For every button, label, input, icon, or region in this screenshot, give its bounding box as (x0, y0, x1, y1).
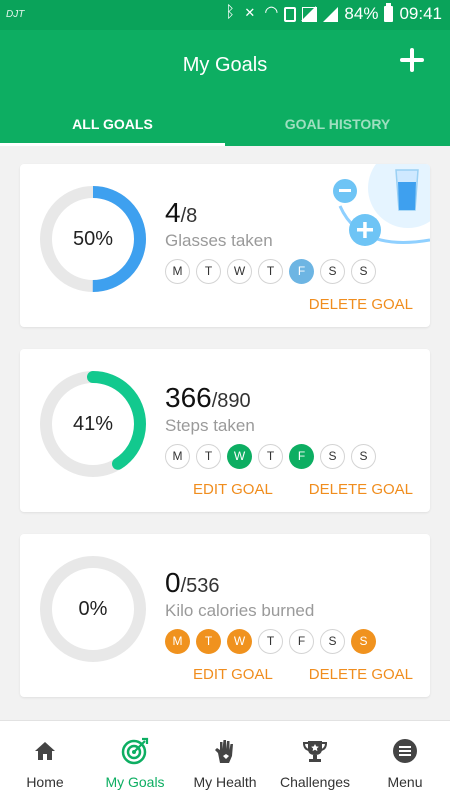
weekday-5: S (320, 259, 345, 284)
weekday-6: S (351, 444, 376, 469)
progress-percent: 0% (78, 598, 108, 620)
status-icons: 84% 09:41 (224, 2, 442, 24)
increase-icon (349, 214, 381, 246)
weekday-2: W (227, 259, 252, 284)
home-icon (35, 742, 55, 760)
goal-actions: EDIT GOAL DELETE GOAL (193, 481, 413, 498)
target-icon (121, 737, 149, 765)
weekday-6: S (351, 629, 376, 654)
goal-amount: 0/536 (165, 567, 220, 599)
sim-icon (284, 6, 297, 22)
tab-all-goals[interactable]: ALL GOALS (0, 106, 225, 146)
hand-icon (215, 740, 233, 763)
signal-icon (301, 5, 318, 22)
bluetooth-icon (224, 4, 238, 22)
weekday-tracker: MTWTFSS (165, 259, 376, 284)
mute-icon (244, 5, 258, 21)
decrease-icon (333, 179, 357, 203)
progress-percent: 41% (72, 413, 114, 435)
status-bar: DJT 84% 09:41 (0, 0, 450, 30)
menu-icon (393, 739, 417, 763)
nav-my-health[interactable]: My Health (180, 721, 270, 800)
goal-amount: 4/8 (165, 197, 197, 229)
nav-label: Home (26, 774, 64, 790)
goal-label: Kilo calories burned (165, 601, 315, 620)
nav-label: Menu (387, 774, 423, 790)
goal-tabs: ALL GOALS GOAL HISTORY (0, 106, 450, 146)
goal-actions: DELETE GOAL (309, 296, 413, 313)
goal-target: /536 (180, 575, 220, 597)
goal-card-steps[interactable]: 41% 366/890 Steps taken MTWTFSS EDIT GOA… (20, 349, 430, 512)
weekday-5: S (320, 629, 345, 654)
goal-label: Glasses taken (165, 231, 273, 250)
battery-percent: 84% (344, 4, 379, 23)
weekday-4: F (289, 629, 314, 654)
weekday-3: T (258, 629, 283, 654)
water-glass-icon (395, 169, 419, 211)
app-bar: My Goals ALL GOALS GOAL HISTORY (0, 30, 450, 146)
tab-goal-history[interactable]: GOAL HISTORY (225, 106, 450, 146)
trophy-icon (302, 741, 328, 762)
weekday-1: T (196, 444, 221, 469)
battery-icon (384, 3, 394, 22)
bottom-navigation: Home My Goals My Health Challenges Menu (0, 720, 450, 800)
nav-menu[interactable]: Menu (360, 721, 450, 800)
nav-label: Challenges (279, 774, 351, 790)
goal-target: /8 (180, 205, 198, 227)
weekday-1: T (196, 629, 221, 654)
nav-label: My Goals (105, 774, 165, 790)
clock: 09:41 (399, 4, 442, 23)
weekday-3: T (258, 259, 283, 284)
delete-goal-button[interactable]: DELETE GOAL (309, 296, 413, 313)
delete-goal-button[interactable]: DELETE GOAL (309, 666, 413, 683)
goal-target: /890 (211, 390, 251, 412)
carrier-label: DJT (6, 9, 25, 20)
weekday-tracker: MTWTFSS (165, 444, 376, 469)
goal-label: Steps taken (165, 416, 255, 435)
signal-strength-icon (323, 6, 339, 22)
delete-goal-button[interactable]: DELETE GOAL (309, 481, 413, 498)
weekday-0: M (165, 259, 190, 284)
nav-my-goals[interactable]: My Goals (90, 721, 180, 800)
weekday-2: W (227, 444, 252, 469)
weekday-4: F (289, 259, 314, 284)
weekday-0: M (165, 444, 190, 469)
weekday-2: W (227, 629, 252, 654)
edit-goal-button[interactable]: EDIT GOAL (193, 666, 273, 683)
add-goal-button[interactable] (396, 44, 428, 76)
goal-actions: EDIT GOAL DELETE GOAL (193, 666, 413, 683)
goal-current: 0 (165, 567, 181, 598)
goal-current: 366 (165, 382, 212, 413)
goal-card-water[interactable]: 50% 4/8 Glasses taken MTWTFSS DELETE GOA… (20, 164, 430, 327)
weekday-3: T (258, 444, 283, 469)
weekday-tracker: MTWTFSS (165, 629, 376, 654)
weekday-5: S (320, 444, 345, 469)
goal-card-calories[interactable]: 0% 0/536 Kilo calories burned MTWTFSS ED… (20, 534, 430, 697)
nav-home[interactable]: Home (0, 721, 90, 800)
goal-current: 4 (165, 197, 181, 228)
water-widget[interactable] (320, 164, 430, 254)
page-title: My Goals (182, 54, 268, 76)
goal-amount: 366/890 (165, 382, 251, 414)
edit-goal-button[interactable]: EDIT GOAL (193, 481, 273, 498)
nav-challenges[interactable]: Challenges (270, 721, 360, 800)
goals-list[interactable]: 50% 4/8 Glasses taken MTWTFSS DELETE GOA… (0, 146, 450, 720)
nav-label: My Health (193, 774, 257, 790)
progress-percent: 50% (72, 228, 114, 250)
wifi-icon (264, 2, 278, 22)
weekday-0: M (165, 629, 190, 654)
weekday-6: S (351, 259, 376, 284)
weekday-4: F (289, 444, 314, 469)
weekday-1: T (196, 259, 221, 284)
